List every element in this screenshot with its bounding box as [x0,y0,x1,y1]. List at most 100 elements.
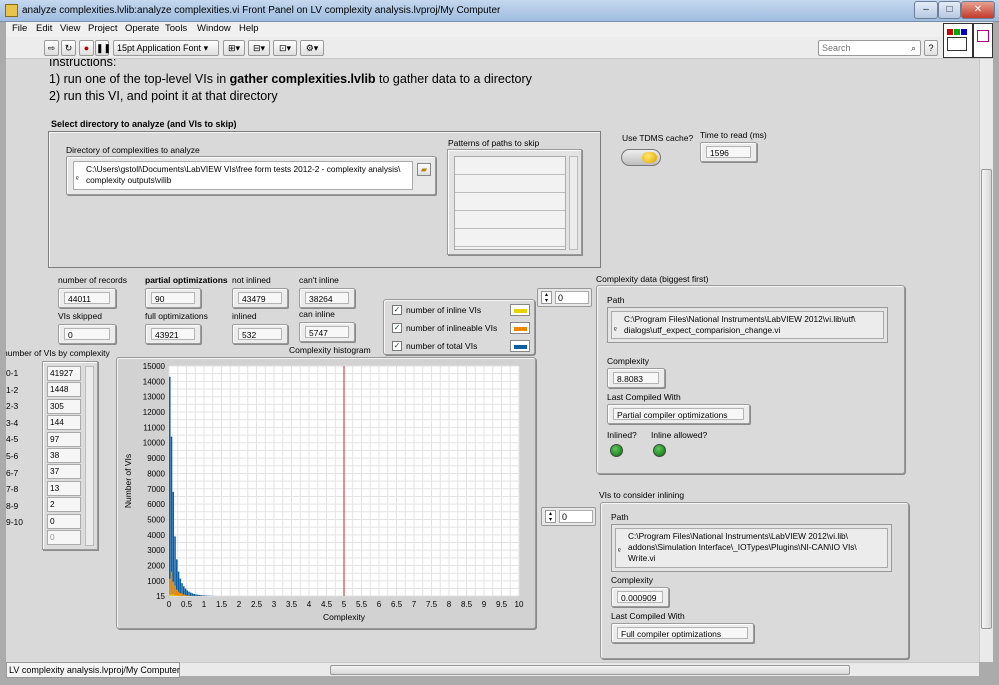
vis-count-cell: 144 [47,415,81,431]
run-arrow-icon[interactable]: ⇨ [44,40,59,56]
horizontal-scrollbar[interactable] [180,662,979,676]
menu-tools[interactable]: Tools [165,23,187,34]
x-tick-label: 7.5 [426,600,438,609]
menu-help[interactable]: Help [239,23,259,34]
y-tick-label: 14000 [143,377,166,386]
font-selector-label: 15pt Application Font [117,43,202,53]
cant-inline-indicator: 38264 [299,288,355,308]
histogram-bar [188,591,190,596]
histogram-bar [186,595,189,596]
font-selector[interactable]: 15pt Application Font ▾ [113,40,219,56]
vis-count-cell: 38 [47,448,81,463]
distribute-icon[interactable]: ⊟▾ [248,40,270,56]
search-placeholder: Search [822,43,851,53]
complexity-range-column: 0-1 1-2 2-3 3-4 4-5 5-6 6-7 7-8 8-9 9-10 [6,367,40,547]
index-stepper-icon[interactable]: ▴ ▾ [541,291,552,304]
pause-icon[interactable]: ❚❚ [95,40,111,56]
legend-checkbox-inlineable[interactable]: ✓ [392,323,402,333]
histogram-bar [181,593,183,596]
vis-by-complexity-array[interactable]: 41927 1448 305 144 97 38 37 13 2 0 0 [42,361,98,550]
can-inline-value: 5747 [305,326,349,338]
vertical-scrollbar[interactable] [979,59,993,662]
histogram-bar [186,590,189,596]
x-tick-label: 9.5 [496,600,508,609]
histogram-bar [197,594,199,596]
vi-icon-green-cell [954,29,960,35]
search-input[interactable]: Search ⌕ [818,40,921,56]
run-continuously-icon[interactable]: ↻ [61,40,76,56]
cd-complexity-label: Complexity [607,356,650,366]
resize-icon[interactable]: ⊡▾ [273,40,297,56]
menu-project[interactable]: Project [88,23,118,34]
skip-patterns-scrollbar[interactable] [569,156,578,250]
menu-operate[interactable]: Operate [125,23,159,34]
cd-complexity-indicator: 8.8083 [607,368,665,388]
inlined-value: 532 [238,328,282,340]
legend-swatch-inlineable[interactable] [510,322,530,334]
legend-swatch-total-color [514,345,527,349]
menu-edit[interactable]: Edit [36,23,52,34]
complexity-range-label: 4-5 [6,434,19,445]
skip-patterns-list[interactable] [454,156,566,250]
legend-swatch-inline[interactable] [510,304,530,316]
vc-path-indicator: C:\Program Files\National Instruments\La… [611,524,892,572]
histogram-label: Complexity histogram [289,345,371,355]
vis-count-cell: 0 [47,530,81,545]
x-tick-label: 8.5 [461,600,473,609]
partial-opt-label: partial optimizations [145,275,228,285]
vis-count-cell: 0 [47,513,81,529]
index-stepper-icon[interactable]: ▴ ▾ [545,510,556,523]
vi-icon[interactable] [943,23,973,58]
y-tick-label: 2000 [147,562,165,571]
minimize-button[interactable]: – [914,1,938,19]
legend-checkbox-total[interactable]: ✓ [392,341,402,351]
vi-icon-red-cell [947,29,953,35]
vis-to-consider-index[interactable]: ▴ ▾ 0 [541,507,596,526]
skip-patterns-array[interactable] [447,149,582,255]
legend-swatch-total[interactable] [510,340,530,352]
reorder-icon[interactable]: ⚙▾ [300,40,324,56]
vis-count-cell: 1448 [47,382,81,398]
cd-inline-allowed-label: Inline allowed? [651,430,708,440]
menu-file[interactable]: File [12,23,27,34]
directory-path-control[interactable]: C:\Users\gstoll\Documents\LabVIEW VIs\fr… [66,156,436,195]
y-tick-label: 11000 [143,423,165,432]
menu-window[interactable]: Window [197,23,231,34]
close-button[interactable]: ✕ [961,1,995,19]
browse-folder-icon[interactable]: ▰ [417,163,431,176]
y-tick-label: 9000 [147,454,165,463]
y-tick-label: 7000 [147,485,165,494]
vis-to-consider-index-value[interactable]: 0 [559,510,593,523]
x-tick-label: 10 [515,600,524,609]
align-icon[interactable]: ⊞▾ [223,40,245,56]
cd-path-glyph-icon: ᵨ [614,324,617,331]
maximize-button[interactable]: □ [938,1,961,19]
skip-patterns-label: Patterns of paths to skip [448,138,540,148]
x-tick-label: 5 [342,600,347,609]
histogram-bar [184,588,187,596]
vc-path-glyph-icon: ᵨ [618,545,621,552]
vertical-scroll-thumb[interactable] [981,169,992,629]
window-title: analyze complexities.lvlib:analyze compl… [22,5,501,16]
vi-icon-blue-cell [961,29,967,35]
abort-icon[interactable]: ● [79,40,94,56]
histogram-bar [204,595,206,596]
histogram-bar [170,594,173,596]
vis-count-cell: 305 [47,398,81,414]
use-tdms-cache-toggle[interactable] [621,149,661,166]
complexity-histogram[interactable]: 15 1000 2000 3000 4000 5000 6000 7000 8000 9000 10… [116,357,536,629]
legend-checkbox-inline[interactable]: ✓ [392,305,402,315]
complexity-range-label: 8-9 [6,500,19,511]
help-icon[interactable]: ? [924,40,938,56]
vc-complexity-label: Complexity [611,575,654,585]
complexity-data-index-value[interactable]: 0 [555,291,589,304]
horizontal-scroll-thumb[interactable] [330,665,850,675]
menu-view[interactable]: View [60,23,80,34]
number-of-records-label: number of records [58,275,127,285]
vis-by-complexity-scrollbar[interactable] [85,366,94,546]
window-titlebar[interactable]: analyze complexities.lvlib:analyze compl… [0,0,999,22]
complexity-data-index[interactable]: ▴ ▾ 0 [537,288,592,307]
connector-pane-icon[interactable] [973,23,993,58]
directory-path-text[interactable]: C:\Users\gstoll\Documents\LabVIEW VIs\fr… [73,161,413,190]
connector-terminal [977,30,989,42]
